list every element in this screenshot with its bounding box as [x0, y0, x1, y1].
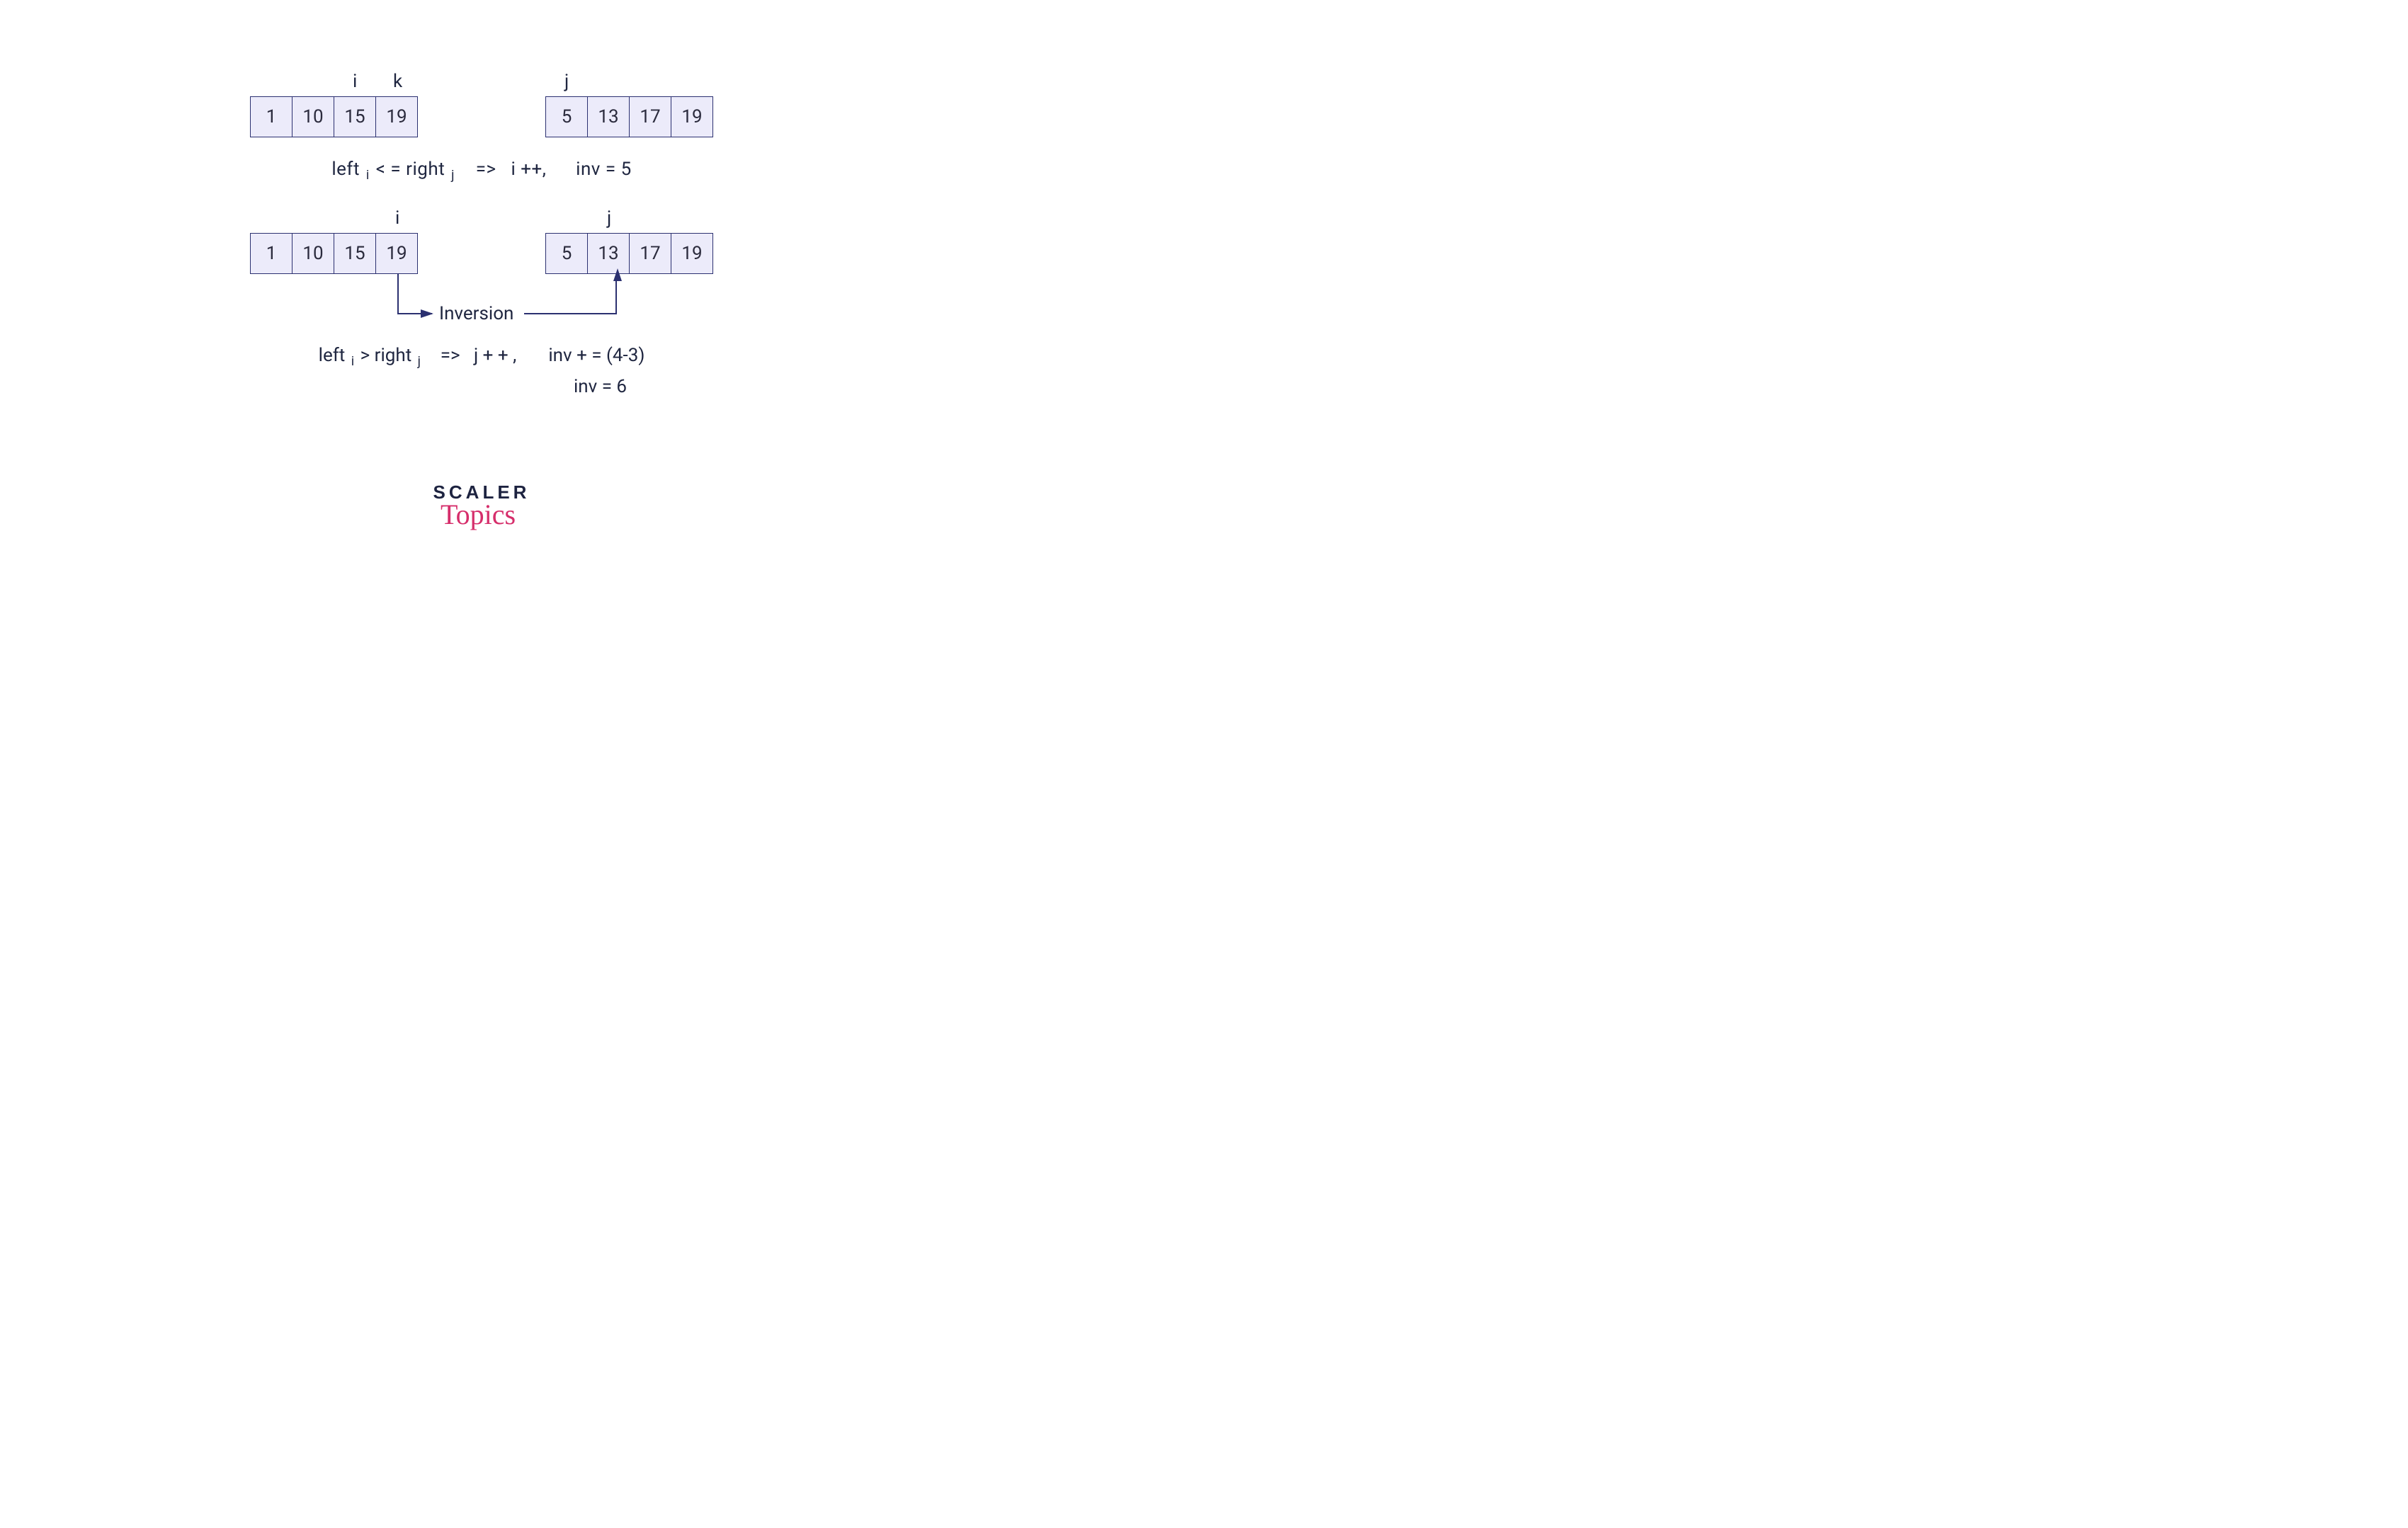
caption-word: right — [375, 345, 412, 366]
cell: 10 — [292, 96, 334, 137]
step-1-row: i k 1 10 15 19 j 5 13 17 19 — [0, 71, 963, 137]
caption-inv: inv + = (4-3) — [548, 345, 644, 366]
caption-action: j + + , — [474, 345, 516, 366]
caption-word: left — [331, 159, 360, 180]
pointer-i-1: i — [353, 71, 357, 92]
logo-sub: Topics — [426, 498, 530, 531]
caption-inv-line2: inv = 6 — [237, 376, 963, 397]
caption-sub: i — [365, 168, 371, 183]
caption-action: i ++, — [511, 159, 547, 180]
right-array-2: j 5 13 17 19 — [545, 207, 713, 274]
cell: 1 — [250, 233, 293, 274]
right-array-1: j 5 13 17 19 — [545, 71, 713, 137]
caption-inv: inv = 5 — [576, 159, 632, 180]
cell: 19 — [671, 96, 713, 137]
cell: 13 — [587, 96, 630, 137]
cell: 1 — [250, 96, 293, 137]
caption-op: < = — [376, 159, 401, 180]
step-2-wrap: i 1 10 15 19 j 5 13 17 19 — [0, 207, 963, 397]
caption-sub: j — [416, 354, 422, 369]
pointer-k-1: k — [393, 71, 402, 92]
cell: 19 — [375, 96, 418, 137]
cell: 15 — [334, 233, 376, 274]
left-array-2: i 1 10 15 19 — [250, 207, 418, 274]
cell: 17 — [629, 233, 671, 274]
cell: 19 — [375, 233, 418, 274]
cell: 13 — [587, 233, 630, 274]
step-2-caption: left i > right j => j + + , inv + = (4-3… — [0, 345, 963, 397]
caption-arrow: => — [476, 159, 496, 180]
caption-word: right — [406, 159, 445, 180]
pointer-j-2: j — [607, 207, 611, 229]
brand-logo: SCALER Topics — [433, 481, 530, 531]
inversion-label: Inversion — [439, 303, 513, 324]
cell: 15 — [334, 96, 376, 137]
caption-word: left — [319, 345, 346, 366]
cell: 19 — [671, 233, 713, 274]
caption-arrow: => — [441, 345, 460, 366]
cell: 17 — [629, 96, 671, 137]
caption-sub: i — [350, 354, 356, 369]
pointer-i-2: i — [395, 207, 399, 229]
caption-op: > — [360, 345, 370, 366]
step-1-caption: left i < = right j => i ++, inv = 5 — [0, 159, 963, 183]
caption-sub: j — [450, 168, 456, 183]
cell: 5 — [545, 233, 588, 274]
inversion-diagram: i k 1 10 15 19 j 5 13 17 19 left i < — [0, 71, 963, 397]
step-2-row: i 1 10 15 19 j 5 13 17 19 — [0, 207, 963, 274]
left-array-1: i k 1 10 15 19 — [250, 71, 418, 137]
cell: 10 — [292, 233, 334, 274]
cell: 5 — [545, 96, 588, 137]
pointer-j-1: j — [564, 71, 569, 92]
